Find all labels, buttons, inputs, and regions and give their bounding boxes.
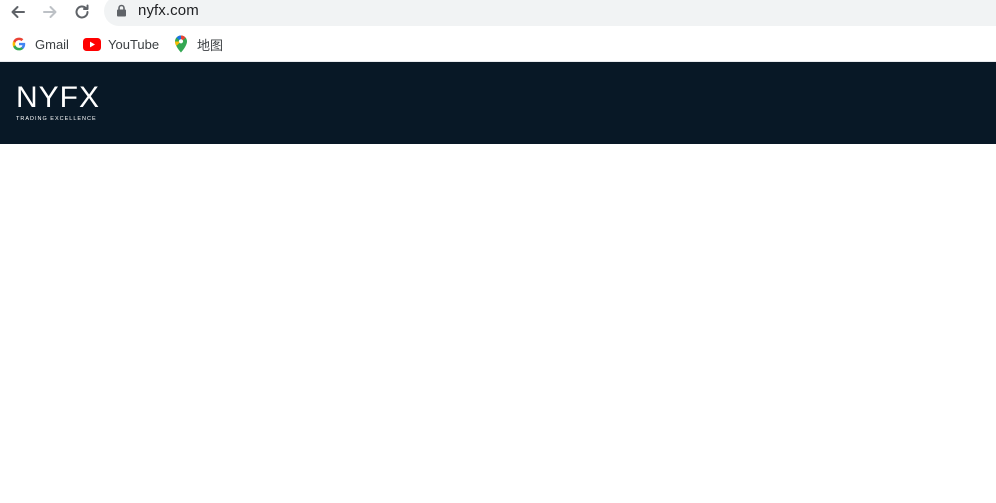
bookmark-label: Gmail: [35, 36, 69, 52]
reload-icon: [73, 3, 91, 21]
bookmarks-bar: Gmail YouTube 地图: [0, 28, 996, 62]
maps-pin-icon: [172, 35, 190, 53]
forward-button[interactable]: [36, 0, 64, 24]
browser-toolbar: nyfx.com: [0, 0, 996, 26]
address-bar[interactable]: nyfx.com: [104, 0, 996, 26]
lock-icon: [116, 4, 127, 22]
bookmark-gmail[interactable]: Gmail: [10, 34, 69, 54]
bookmark-maps[interactable]: 地图: [172, 34, 223, 54]
logo-wordmark: NYFX: [16, 81, 101, 114]
youtube-icon: [83, 35, 101, 53]
url-text: nyfx.com: [138, 2, 199, 19]
bookmark-label: YouTube: [108, 36, 160, 52]
nyfx-logo[interactable]: NYFX TRADING EXCELLENCE: [16, 82, 100, 123]
reload-button[interactable]: [68, 0, 96, 24]
arrow-left-icon: [9, 3, 27, 21]
bookmark-label: 地图: [197, 37, 224, 53]
page-content: [0, 144, 996, 503]
back-button[interactable]: [4, 0, 32, 24]
logo-tagline: TRADING EXCELLENCE: [16, 116, 97, 122]
site-header: NYFX TRADING EXCELLENCE: [0, 62, 996, 144]
arrow-right-icon: [41, 3, 59, 21]
bookmark-youtube[interactable]: YouTube: [83, 34, 159, 54]
google-g-icon: [10, 35, 28, 53]
